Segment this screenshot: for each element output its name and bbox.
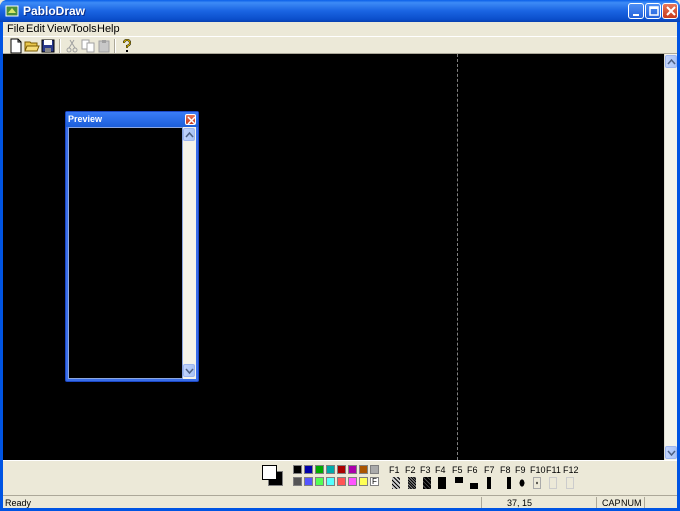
status-divider xyxy=(596,497,597,508)
menu-file[interactable]: File xyxy=(7,23,25,35)
maximize-button[interactable] xyxy=(645,3,661,19)
fkey-label-f10[interactable]: F10 xyxy=(530,465,546,475)
fkey-character-preview[interactable] xyxy=(408,477,416,489)
chevron-down-icon xyxy=(185,368,194,375)
fkey-character-preview[interactable] xyxy=(423,477,431,489)
app-window: PabloDraw File Edit View Tools Help Prev… xyxy=(0,0,680,511)
close-button[interactable] xyxy=(662,3,678,19)
color-swatch[interactable]: F xyxy=(370,477,379,486)
chevron-up-icon xyxy=(667,58,676,65)
num-lock-indicator: NUM xyxy=(621,498,642,508)
preview-close-button[interactable] xyxy=(185,114,196,125)
color-swatch[interactable] xyxy=(337,465,346,474)
window-title: PabloDraw xyxy=(23,4,86,18)
foreground-background-indicator[interactable] xyxy=(262,465,284,487)
toolbar-separator xyxy=(59,39,61,53)
toolbar xyxy=(3,36,677,54)
preview-scroll-up-button[interactable] xyxy=(183,128,195,141)
preview-window[interactable]: Preview xyxy=(65,111,199,382)
minimize-icon xyxy=(633,14,639,16)
color-swatch[interactable] xyxy=(293,465,302,474)
fkey-label-f2[interactable]: F2 xyxy=(405,465,416,475)
toolbar-separator xyxy=(114,39,116,53)
fkey-label-f11[interactable]: F11 xyxy=(546,465,561,475)
status-divider xyxy=(481,497,482,508)
color-swatch[interactable] xyxy=(326,465,335,474)
chevron-down-icon xyxy=(667,450,676,457)
close-icon xyxy=(187,116,196,125)
close-icon xyxy=(666,6,676,16)
cursor-position: 37, 15 xyxy=(507,498,533,508)
color-swatch[interactable] xyxy=(304,477,313,486)
fkey-character-preview[interactable] xyxy=(533,477,541,489)
color-swatch[interactable] xyxy=(348,465,357,474)
title-bar[interactable]: PabloDraw xyxy=(0,0,680,22)
fkey-label-f6[interactable]: F6 xyxy=(467,465,478,475)
fkey-character-preview[interactable] xyxy=(438,477,446,489)
preview-scrollbar[interactable] xyxy=(183,127,196,379)
fkey-character-preview[interactable] xyxy=(566,477,574,489)
scroll-up-button[interactable] xyxy=(665,55,677,68)
fkey-character-preview[interactable] xyxy=(392,477,400,489)
preview-canvas xyxy=(68,127,183,379)
fkey-character-preview[interactable] xyxy=(487,477,495,489)
preview-title-bar[interactable]: Preview xyxy=(66,112,198,127)
menu-edit[interactable]: Edit xyxy=(26,23,45,35)
fkey-label-f1[interactable]: F1 xyxy=(389,465,400,475)
color-swatch[interactable] xyxy=(315,477,324,486)
fkey-character-preview[interactable] xyxy=(470,477,478,489)
open-folder-icon[interactable] xyxy=(24,38,40,54)
scroll-down-button[interactable] xyxy=(665,446,677,459)
palette-panel: F F1 F2 F3 F4 F5 F6 F7 F8 F9 F10 F11 F12 xyxy=(3,460,677,494)
color-swatch[interactable] xyxy=(359,465,368,474)
fkey-label-f3[interactable]: F3 xyxy=(420,465,431,475)
color-swatch[interactable] xyxy=(293,477,302,486)
client-area: File Edit View Tools Help Preview F F1 F… xyxy=(3,22,677,508)
fkey-label-f5[interactable]: F5 xyxy=(452,465,463,475)
color-swatch[interactable] xyxy=(315,465,324,474)
column-guide-line xyxy=(457,54,458,460)
canvas-vertical-scrollbar[interactable] xyxy=(664,54,677,460)
color-swatch[interactable] xyxy=(370,465,379,474)
fkey-label-f7[interactable]: F7 xyxy=(484,465,495,475)
preview-scroll-down-button[interactable] xyxy=(183,364,195,377)
color-swatch[interactable] xyxy=(348,477,357,486)
status-divider xyxy=(644,497,645,508)
status-bar: Ready 37, 15 CAP NUM xyxy=(3,495,677,508)
color-swatch[interactable] xyxy=(326,477,335,486)
color-swatch[interactable] xyxy=(304,465,313,474)
fkey-character-preview[interactable] xyxy=(503,477,511,489)
menu-view[interactable]: View xyxy=(47,23,71,35)
caps-lock-indicator: CAP xyxy=(602,498,621,508)
minimize-button[interactable] xyxy=(628,3,644,19)
menu-tools[interactable]: Tools xyxy=(71,23,97,35)
fkey-label-f12[interactable]: F12 xyxy=(563,465,579,475)
copy-icon[interactable] xyxy=(80,38,96,54)
menu-bar: File Edit View Tools Help xyxy=(3,22,677,36)
fkey-character-preview[interactable] xyxy=(455,477,463,489)
save-icon[interactable] xyxy=(40,38,56,54)
app-icon xyxy=(5,5,19,17)
foreground-color-swatch xyxy=(262,465,277,480)
color-swatch[interactable] xyxy=(359,477,368,486)
fkey-character-preview[interactable] xyxy=(518,477,526,489)
help-icon[interactable] xyxy=(119,38,135,54)
fkey-label-f4[interactable]: F4 xyxy=(435,465,446,475)
preview-title: Preview xyxy=(68,114,103,124)
new-file-icon[interactable] xyxy=(8,38,24,54)
fkey-label-f8[interactable]: F8 xyxy=(500,465,511,475)
color-swatch[interactable] xyxy=(337,477,346,486)
menu-help[interactable]: Help xyxy=(97,23,120,35)
fkey-label-f9[interactable]: F9 xyxy=(515,465,526,475)
fkey-character-preview[interactable] xyxy=(549,477,557,489)
chevron-up-icon xyxy=(185,131,194,138)
status-text: Ready xyxy=(5,498,32,508)
cut-icon[interactable] xyxy=(64,38,80,54)
maximize-icon xyxy=(649,6,659,16)
paste-icon[interactable] xyxy=(96,38,112,54)
